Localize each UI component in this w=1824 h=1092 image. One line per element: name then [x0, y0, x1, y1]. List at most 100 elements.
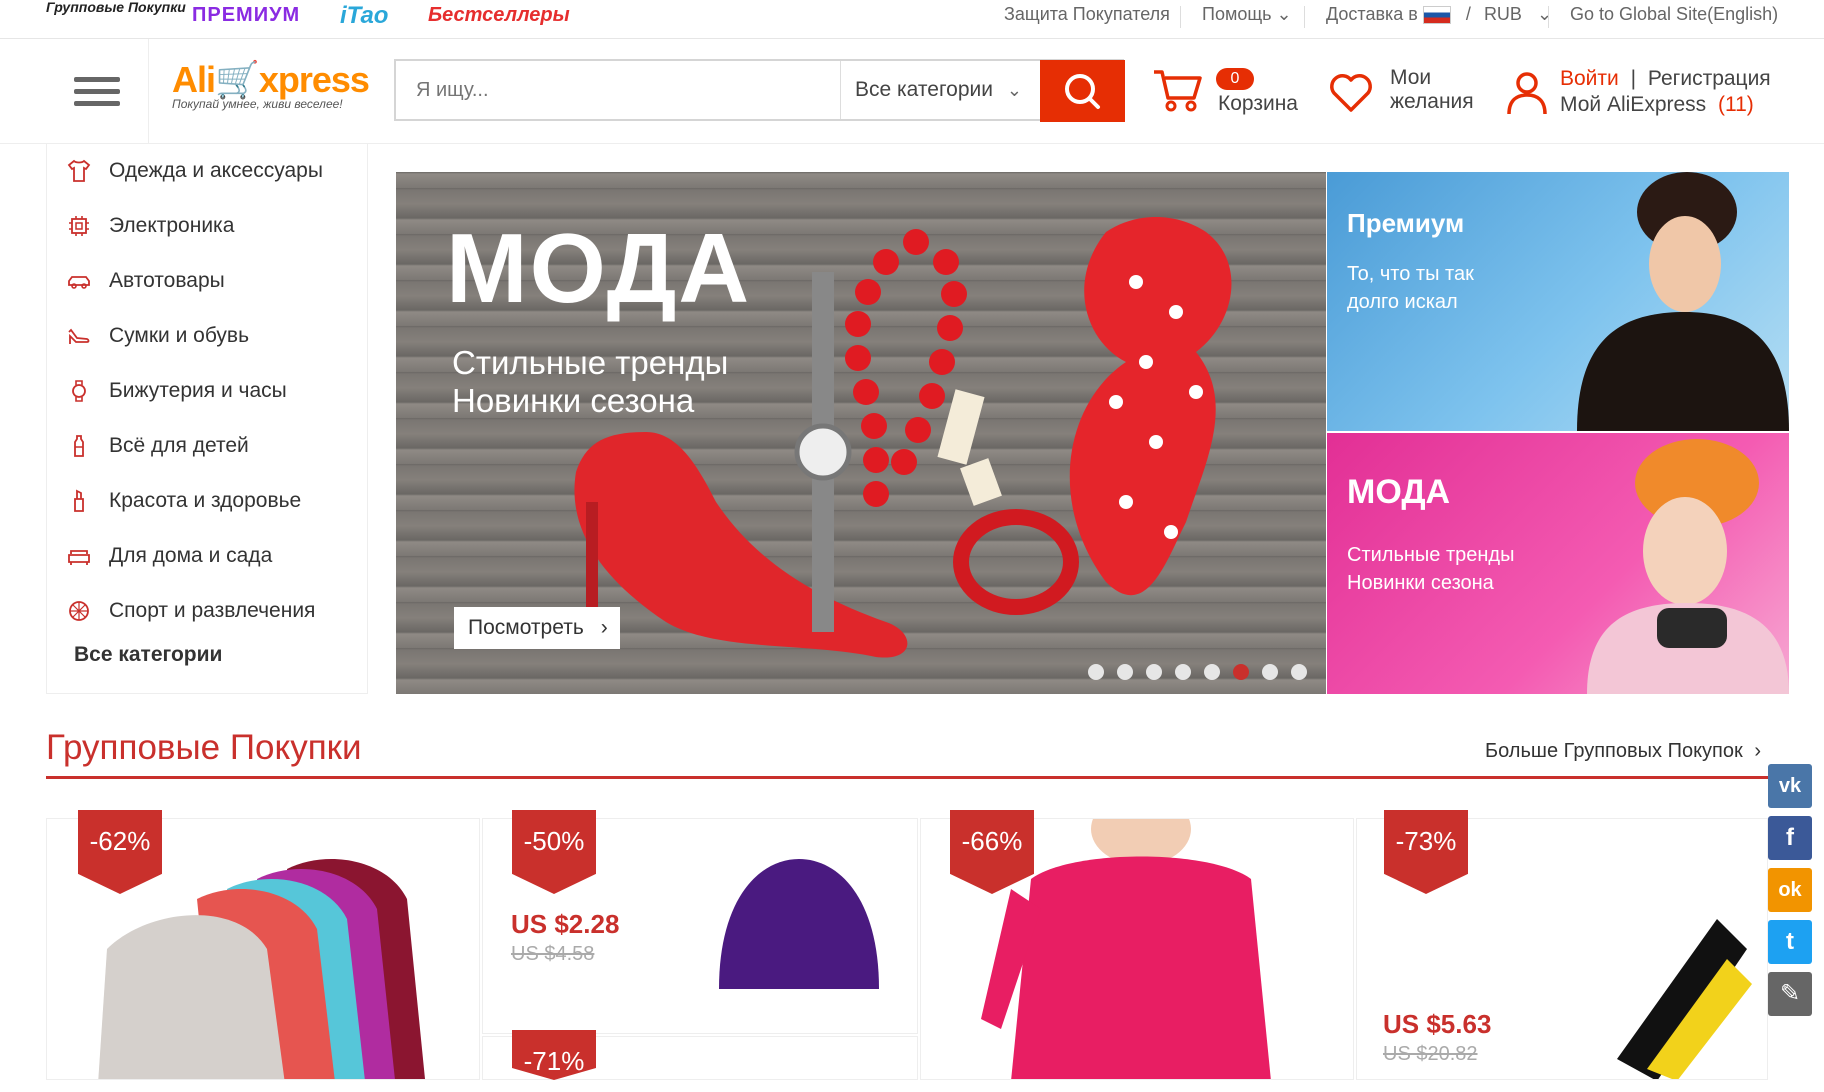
cart-label[interactable]: Корзина — [1218, 92, 1298, 116]
category-select-label: Все категории — [855, 78, 993, 101]
sidebar-item-beauty[interactable]: Красота и здоровье — [67, 481, 357, 521]
carousel-dot[interactable] — [1262, 664, 1278, 680]
sofa-icon — [68, 550, 90, 565]
login-link[interactable]: Войти — [1560, 67, 1619, 90]
carousel-dot[interactable] — [1291, 664, 1307, 680]
search-icon — [1065, 74, 1100, 109]
model-photo — [1587, 439, 1789, 694]
promo-title: МОДА — [1347, 473, 1451, 511]
hamburger-icon-bar — [74, 89, 120, 94]
more-label: Больше Групповых Покупок — [1485, 740, 1743, 762]
heart-icon[interactable] — [1328, 72, 1374, 114]
carousel-dot-active[interactable] — [1233, 664, 1249, 680]
chevron-down-icon: ⌄ — [1276, 4, 1292, 24]
group-buy-logo[interactable]: Групповые Покупки — [46, 0, 186, 15]
carousel-dot[interactable] — [1088, 664, 1104, 680]
sidebar-item-electronics[interactable]: Электроника — [67, 206, 357, 246]
premium-link[interactable]: ПРЕМИУМ — [192, 4, 300, 27]
cart-count-badge: 0 — [1216, 68, 1254, 90]
twitter-icon: t — [1786, 928, 1794, 955]
account-area: Войти | Регистрация Мой AliExpress (11) — [1560, 66, 1771, 118]
section-title: Групповые Покупки — [46, 728, 362, 767]
currency-label: RUB — [1483, 4, 1522, 24]
promo-fashion[interactable]: МОДА Стильные тренды Новинки сезона — [1327, 433, 1789, 694]
category-select[interactable]: Все категории ⌄ — [840, 61, 1036, 119]
sidebar-item-label: Бижутерия и часы — [109, 379, 287, 402]
sidebar-item-auto[interactable]: Автотовары — [67, 261, 357, 301]
sidebar-item-sport[interactable]: Спорт и развлечения — [67, 591, 357, 631]
facebook-share-button[interactable]: f — [1768, 816, 1812, 860]
sidebar-item-label: Электроника — [109, 214, 235, 237]
wishlist-line1: Мои — [1390, 66, 1432, 89]
vk-share-button[interactable]: vk — [1768, 764, 1812, 808]
logo-tagline: Покупай умнее, живи веселее! — [172, 97, 343, 111]
user-icon[interactable] — [1506, 70, 1548, 116]
itao-link[interactable]: iTao — [340, 2, 388, 30]
sidebar-item-jewelry-watches[interactable]: Бижутерия и часы — [67, 371, 357, 411]
view-button[interactable]: Посмотреть › — [454, 607, 620, 649]
wishlist-link[interactable]: Мои желания — [1390, 66, 1474, 114]
carousel-dot[interactable] — [1117, 664, 1133, 680]
carousel-dot[interactable] — [1175, 664, 1191, 680]
sidebar-item-home-garden[interactable]: Для дома и сада — [67, 536, 357, 576]
hero-banner[interactable]: МОДА Стильные тренды Новинки сезона Посм — [396, 172, 1326, 694]
all-categories-link[interactable]: Все категории — [74, 643, 222, 667]
hamburger-icon-bar — [74, 101, 120, 106]
promo-line2: долго искал — [1347, 291, 1458, 313]
sidebar-item-clothing[interactable]: Одежда и аксессуары — [67, 151, 357, 191]
carousel-dot[interactable] — [1146, 664, 1162, 680]
russia-flag-icon — [1422, 6, 1451, 25]
shoe-icon — [68, 328, 90, 344]
bestsellers-link[interactable]: Бестселлеры — [428, 4, 570, 27]
help-label: Помощь — [1202, 4, 1272, 24]
menu-button[interactable] — [48, 39, 149, 143]
promo-subtitle: Стильные тренды Новинки сезона — [1347, 541, 1514, 597]
cart-button[interactable] — [1150, 64, 1204, 119]
sidebar-item-label: Спорт и развлечения — [109, 599, 316, 622]
my-aliexpress-link[interactable]: Мой AliExpress — [1560, 93, 1706, 116]
ball-icon — [69, 601, 89, 621]
product-old-price: US $4.58 — [511, 943, 595, 965]
aliexpress-logo[interactable]: Ali🛒xpress Покупай умнее, живи веселее! — [172, 59, 372, 129]
help-menu[interactable]: Помощь ⌄ — [1202, 4, 1292, 25]
buyer-protection-link[interactable]: Защита Покупателя — [1004, 4, 1170, 25]
promo-line2: Новинки сезона — [1347, 572, 1494, 594]
carousel-dot[interactable] — [1204, 664, 1220, 680]
odnoklassniki-share-button[interactable]: ok — [1768, 868, 1812, 912]
lipstick-icon — [74, 489, 84, 512]
global-site-link[interactable]: Go to Global Site(English) — [1570, 4, 1778, 25]
sidebar-item-label: Автотовары — [109, 269, 225, 292]
more-group-buys-link[interactable]: Больше Групповых Покупок › — [1485, 740, 1761, 763]
pencil-icon: ✎ — [1779, 980, 1801, 1007]
sidebar-item-label: Всё для детей — [109, 434, 249, 457]
twitter-share-button[interactable]: t — [1768, 920, 1812, 964]
header: Ali🛒xpress Покупай умнее, живи веселее! … — [0, 39, 1824, 144]
register-link[interactable]: Регистрация — [1648, 67, 1771, 90]
divider — [1548, 6, 1549, 28]
delivery-menu[interactable]: Доставка в / RUB ⌄ — [1326, 4, 1552, 25]
edit-button[interactable]: ✎ — [1768, 972, 1812, 1016]
chevron-right-icon: › — [600, 616, 608, 639]
divider — [1180, 6, 1181, 28]
facebook-icon: f — [1786, 824, 1794, 851]
watch-icon — [72, 380, 86, 402]
search-input[interactable] — [396, 61, 840, 119]
promo-title: Премиум — [1347, 208, 1465, 238]
top-bar: Групповые Покупки ПРЕМИУМ iTao Бестселле… — [0, 0, 1824, 39]
category-sidebar: Одежда и аксессуары Электроника Автотова… — [46, 143, 368, 694]
chevron-right-icon: › — [1754, 740, 1761, 762]
divider — [1304, 6, 1305, 28]
product-image-beanie — [719, 859, 879, 989]
promo-premium[interactable]: Премиум То, что ты так долго искал — [1327, 172, 1789, 431]
hamburger-icon — [74, 77, 120, 82]
search-button[interactable] — [1040, 60, 1125, 122]
sidebar-item-kids[interactable]: Всё для детей — [67, 426, 357, 466]
search-bar: Все категории ⌄ — [394, 59, 1124, 121]
promo-subtitle: То, что ты так долго искал — [1347, 260, 1474, 316]
fashion-products-image — [574, 217, 1232, 658]
sidebar-item-label: Сумки и обувь — [109, 324, 250, 347]
shirt-icon — [67, 159, 91, 182]
chevron-down-icon: ⌄ — [1006, 80, 1022, 100]
sidebar-item-bags-shoes[interactable]: Сумки и обувь — [67, 316, 357, 356]
chip-icon — [69, 216, 89, 236]
